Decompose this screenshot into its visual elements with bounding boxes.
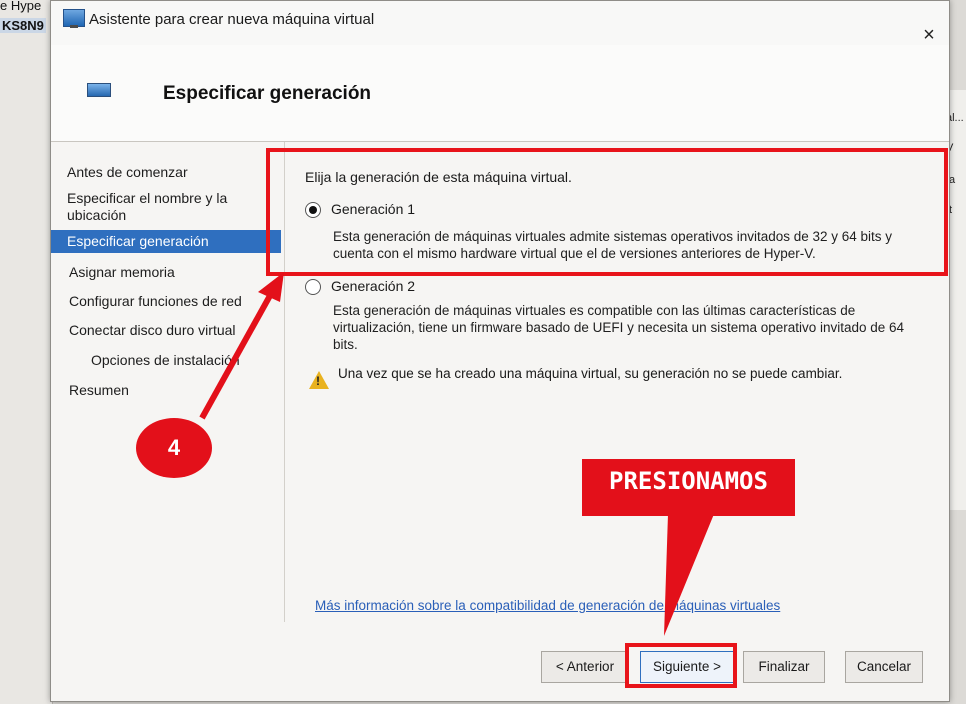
callout-pointer (664, 514, 714, 636)
callout-label: PRESIONAMOS (582, 459, 795, 516)
step-number-badge: 4 (136, 418, 212, 478)
annotation-arrows (199, 272, 714, 636)
step-arrow-line (199, 290, 275, 420)
step-arrowhead (258, 272, 284, 302)
